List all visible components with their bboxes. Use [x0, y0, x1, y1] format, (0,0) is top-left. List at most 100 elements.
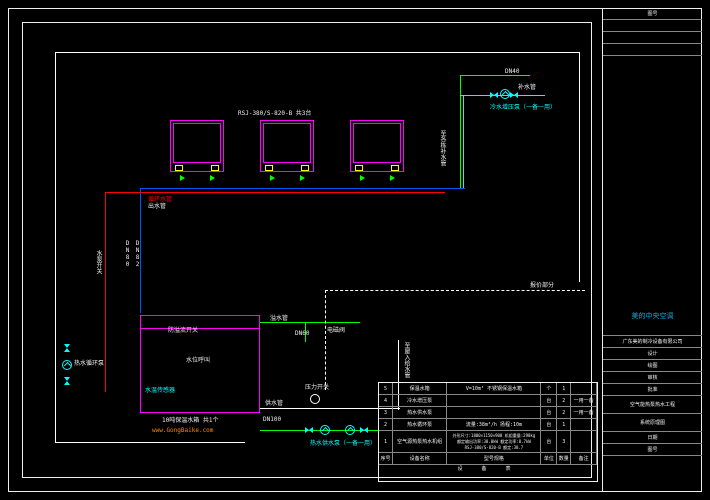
dn40-label: DN40: [505, 68, 519, 75]
arrow-unit-2a: [270, 175, 275, 181]
pipe-supply-top: [460, 75, 530, 76]
valve-2: [510, 92, 518, 98]
title-block: 图号 美的中央空调 广东美的制冷设备有限公司 设计 绘图 审核 批准 空气能热泵…: [602, 8, 702, 492]
outer-loop-top: [55, 52, 580, 53]
et-note: [571, 431, 597, 452]
arrow-unit-1b: [210, 175, 215, 181]
water-tank: [140, 315, 260, 413]
pipe-return-down: [105, 192, 106, 392]
outer-loop-bottom: [55, 442, 245, 443]
outer-loop-right: [579, 52, 580, 282]
hot-circ-pump-icon: [62, 360, 72, 370]
valve-left-1: [64, 344, 70, 352]
hot-supply-pump-2: [345, 425, 355, 435]
et-note: [571, 383, 597, 394]
pressure-switch-label: 压力开关: [305, 382, 329, 391]
unit-foot: [175, 165, 219, 171]
dn82-label: DN82: [134, 240, 141, 268]
et-name: 热水循环泵: [393, 419, 447, 430]
et-qty: 3: [557, 431, 571, 452]
et-spec-multi: 外形尺寸:1800×1150×900 机组重量:298kg 额定输出功率:38.…: [447, 431, 541, 452]
heat-pump-unit-2: [260, 120, 314, 172]
pipe-return-main: [105, 192, 445, 193]
et-name: 冷水增压泵: [393, 395, 447, 406]
tb-company: 广东美的制冷设备有限公司: [603, 336, 702, 348]
tb-row-3: [603, 44, 702, 56]
et-n: 1: [379, 431, 393, 452]
et-n: 2: [379, 419, 393, 430]
et-n: 4: [379, 395, 393, 406]
et-unit: 台: [541, 407, 557, 418]
et-note: 一用一备: [571, 395, 597, 406]
pressure-gauge-icon: [310, 394, 320, 404]
cold-pump-icon: [500, 89, 510, 99]
tb-sign-2: 绘图: [603, 360, 702, 372]
outer-loop-left: [55, 52, 56, 442]
bid-part-label: 报价部分: [530, 280, 554, 289]
et-spec: [447, 395, 541, 406]
dashed-top: [325, 290, 585, 291]
et-row-3: 3 热水供水泵 台 2 一用一备: [379, 407, 597, 419]
arrow-unit-3b: [390, 175, 395, 181]
overflow-label: 溢水管: [270, 313, 288, 322]
equipment-table: 5 保温水箱 V=10m³ 不锈钢保温水箱 个 1 4 冷水增压泵 台 2 一用…: [378, 382, 598, 482]
et-name: 保温水箱: [393, 383, 447, 394]
tb-sign-4: 批准: [603, 384, 702, 396]
tb-header: 图号: [603, 8, 702, 20]
tb-row-1: [603, 20, 702, 32]
logo-area: 美的中央空调: [603, 296, 702, 336]
et-spec: [447, 407, 541, 418]
riser-label: 至各栋补水管: [438, 130, 447, 166]
dn60-label: DN60: [295, 330, 309, 337]
unit-foot: [355, 165, 399, 171]
et-name: 热水供水泵: [393, 407, 447, 418]
et-header-row: 序号 设备名称 型号规格 单位 数量 备注: [379, 453, 597, 465]
pipe-supply-vert: [460, 75, 461, 188]
et-row-5: 5 保温水箱 V=10m³ 不锈钢保温水箱 个 1: [379, 383, 597, 395]
et-unit: 台: [541, 431, 557, 452]
tank-water-level: [140, 328, 260, 329]
valve-supply-2: [360, 427, 368, 433]
et-h-n: 序号: [379, 453, 393, 464]
company-logo: 美的中央空调: [632, 311, 674, 321]
tb-date: 日期: [603, 432, 702, 444]
tb-sign-1: 设计: [603, 348, 702, 360]
valve-left-2: [64, 377, 70, 385]
temp-sensor-label: 水温传感器: [145, 385, 175, 394]
valve-1: [490, 92, 498, 98]
dashed-left: [325, 290, 326, 390]
tb-drawing: 系统原理图: [603, 414, 702, 432]
watermark-label: www.GongBaike.com: [152, 427, 213, 434]
heat-pump-unit-3: [350, 120, 404, 172]
tank-name-label: 10吨保温水箱 共1个: [162, 415, 218, 424]
et-h-spec: 型号规格: [447, 453, 541, 464]
cold-pump-label: 冷水增压泵（一备一用）: [490, 102, 556, 111]
hot-supply-pump-1: [320, 425, 330, 435]
et-h-unit: 单位: [541, 453, 557, 464]
et-h-qty: 数量: [557, 453, 571, 464]
et-unit: 台: [541, 395, 557, 406]
supply-pipe-label: 补水管: [518, 82, 536, 91]
et-h-note: 备注: [571, 453, 597, 464]
unit-body: [173, 123, 221, 163]
tb-sign-3: 审核: [603, 372, 702, 384]
et-row-4: 4 冷水增压泵 台 2 一用一备: [379, 395, 597, 407]
et-title: 设 备 表: [379, 465, 597, 477]
unit-body: [353, 123, 401, 163]
hot-supply-pump-label: 热水供水泵（一备一用）: [310, 438, 376, 447]
et-spec: 流量:38m³/h 扬程:10m: [447, 419, 541, 430]
overflow-pipe: [260, 322, 360, 323]
et-row-1-spec: 1 空气源热泵热水机组 外形尺寸:1800×1150×900 机组重量:298k…: [379, 431, 597, 453]
et-name: 空气源热泵热水机组: [393, 431, 447, 452]
hot-back-label: 水泵开关: [94, 250, 103, 274]
pipe-hot-main: [140, 188, 465, 189]
unit-body: [263, 123, 311, 163]
unit-foot: [265, 165, 309, 171]
overflow-switch-label: 防溢流开关: [168, 325, 198, 334]
solenoid-label: 电磁阀: [327, 325, 345, 334]
et-n: 5: [379, 383, 393, 394]
dn100-label: DN100: [263, 416, 281, 423]
et-qty: 1: [557, 383, 571, 394]
level-alarm-label: 水位呼叫: [186, 355, 210, 364]
tb-num: 图号: [603, 444, 702, 456]
